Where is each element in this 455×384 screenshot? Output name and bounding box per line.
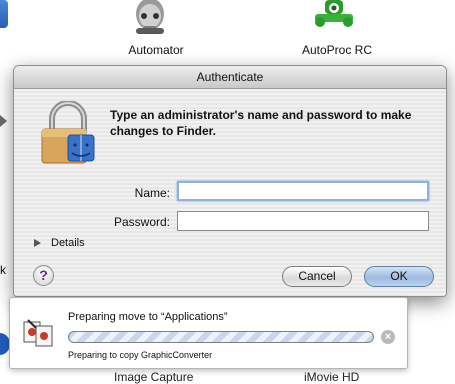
disclosure-triangle-icon[interactable] (34, 239, 41, 247)
auth-message: Type an administrator's name and passwor… (110, 108, 412, 138)
name-field[interactable] (177, 181, 429, 201)
partial-left-triangle-icon (0, 115, 7, 127)
authenticate-title: Authenticate (196, 70, 264, 84)
ok-button[interactable]: OK (364, 266, 434, 287)
copy-documents-icon (22, 318, 56, 348)
stop-icon[interactable]: × (381, 330, 395, 344)
automator-label[interactable]: Automator (118, 43, 194, 57)
cancel-button[interactable]: Cancel (282, 266, 352, 287)
partial-left-label: k (0, 263, 6, 277)
authenticate-body: Type an administrator's name and passwor… (14, 89, 446, 296)
help-button[interactable]: ? (33, 265, 54, 286)
name-label: Name: (134, 186, 170, 200)
copy-status: Preparing to copy GraphicConverter (68, 350, 213, 360)
copy-title: Preparing move to “Applications” (68, 311, 228, 323)
autoproc-rc-label[interactable]: AutoProc RC (292, 43, 382, 57)
password-label: Password: (113, 215, 170, 229)
authenticate-dialog: Authenticate Type an administrator's nam… (13, 65, 447, 297)
image-capture-label[interactable]: Image Capture (114, 370, 193, 384)
lock-finder-icon (38, 100, 98, 165)
authenticate-titlebar[interactable]: Authenticate (14, 66, 446, 89)
autoproc-rc-icon[interactable] (311, 0, 357, 30)
automator-icon[interactable] (126, 0, 174, 40)
password-field[interactable] (177, 211, 429, 231)
copy-progress-bar (68, 331, 374, 343)
copy-progress-window: Preparing move to “Applications” × Prepa… (9, 297, 408, 369)
details-label[interactable]: Details (51, 237, 85, 249)
imovie-hd-label[interactable]: iMovie HD (304, 370, 359, 384)
partial-left-icon (0, 0, 8, 28)
